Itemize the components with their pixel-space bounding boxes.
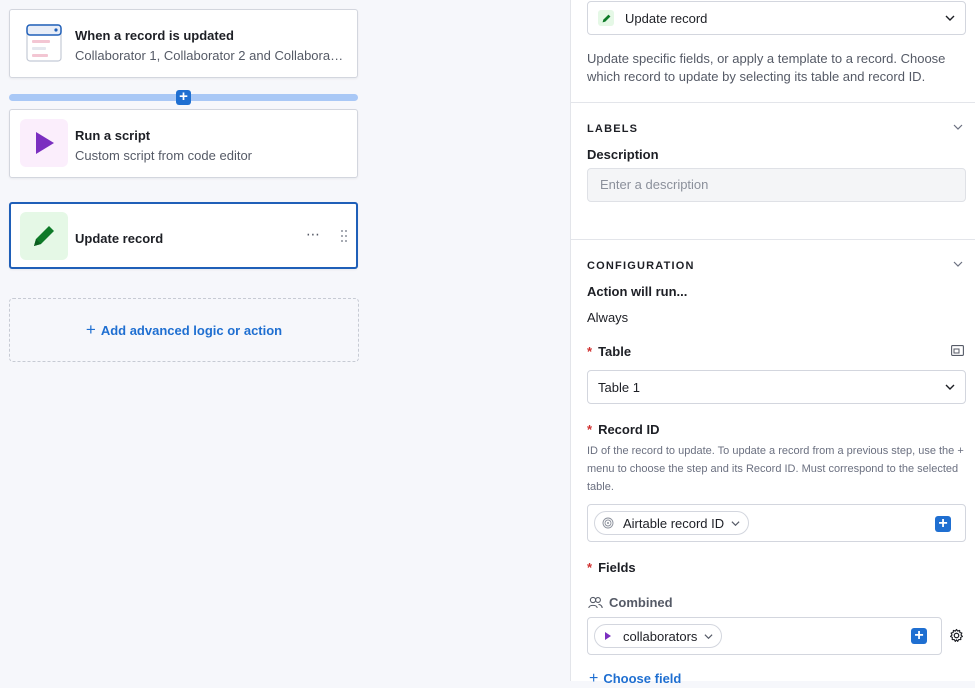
drag-handle-icon[interactable] (340, 229, 348, 243)
users-icon (588, 596, 603, 609)
update-record-title: Update record (75, 231, 164, 246)
automation-canvas: When a record is updated Collaborator 1,… (0, 0, 570, 681)
action-config-panel: Update record Update specific fields, or… (570, 0, 975, 687)
record-id-token[interactable]: Airtable record ID (594, 511, 750, 535)
script-card[interactable]: Run a script Custom script from code edi… (9, 109, 358, 178)
add-logic-label: Add advanced logic or action (100, 322, 283, 338)
update-record-card[interactable]: Update record ⋯ (9, 202, 358, 269)
trigger-subtitle: Collaborator 1, Collaborator 2 and Colla… (75, 48, 345, 63)
chevron-down-icon[interactable] (953, 259, 963, 269)
choose-field-button[interactable]: + Choose field (589, 670, 681, 688)
fields-label-text: Fields (598, 560, 636, 575)
record-id-label: * Record ID (587, 422, 659, 437)
chevron-down-icon (945, 384, 955, 390)
description-input[interactable]: Enter a description (587, 168, 966, 202)
insert-step-button[interactable]: + (176, 89, 191, 105)
pencil-icon (20, 212, 68, 260)
table-label-text: Table (598, 344, 632, 359)
table-select[interactable]: Table 1 (587, 370, 966, 404)
table-label: * Table (587, 344, 631, 359)
run-condition-value[interactable]: Always (587, 310, 628, 325)
table-trigger-icon (20, 19, 68, 67)
required-mark: * (587, 422, 593, 437)
combined-field-label: Combined (609, 595, 673, 610)
record-id-help: ID of the record to update. To update a … (587, 445, 964, 493)
chevron-down-icon (704, 633, 713, 639)
description-label: Description (587, 147, 659, 162)
divider (571, 239, 975, 240)
insert-token-button[interactable]: + (911, 628, 927, 644)
plus-icon: + (85, 320, 96, 339)
configuration-section-title: CONFIGURATION (587, 260, 695, 272)
action-type-select[interactable]: Update record (587, 1, 966, 35)
choose-field-label: Choose field (603, 671, 682, 686)
gear-icon[interactable] (949, 628, 964, 643)
required-mark: * (587, 344, 593, 359)
action-type-label: Update record (625, 11, 708, 26)
script-subtitle: Custom script from code editor (75, 148, 253, 163)
play-icon (20, 119, 68, 167)
trigger-card[interactable]: When a record is updated Collaborator 1,… (9, 9, 358, 78)
insert-token-button[interactable]: + (935, 516, 951, 532)
pencil-icon (598, 10, 614, 26)
collaborators-token[interactable]: collaborators (594, 624, 723, 648)
record-id-token-label: Airtable record ID (623, 515, 725, 531)
script-title: Run a script (75, 128, 151, 143)
divider (571, 102, 975, 103)
fingerprint-icon (601, 516, 615, 530)
trigger-title: When a record is updated (75, 28, 234, 43)
more-options-icon[interactable]: ⋯ (306, 226, 321, 243)
required-mark: * (587, 560, 593, 575)
run-condition-label: Action will run... (587, 284, 688, 299)
record-id-label-text: Record ID (598, 422, 660, 437)
collaborators-token-label: collaborators (623, 628, 698, 644)
combined-field-input[interactable]: collaborators + (587, 617, 942, 655)
action-description: Update specific fields, or apply a templ… (587, 51, 946, 84)
fields-label: * Fields (587, 560, 636, 575)
labels-section-title: LABELS (587, 123, 639, 135)
table-view-icon[interactable] (951, 345, 964, 356)
plus-icon: + (589, 670, 599, 687)
chevron-down-icon (945, 15, 955, 21)
chevron-down-icon (731, 520, 740, 526)
add-advanced-logic-button[interactable]: + Add advanced logic or action (9, 298, 359, 362)
table-select-value: Table 1 (598, 380, 640, 395)
script-token-icon (601, 629, 615, 643)
chevron-down-icon[interactable] (953, 122, 963, 132)
record-id-input[interactable]: Airtable record ID + (587, 504, 966, 542)
